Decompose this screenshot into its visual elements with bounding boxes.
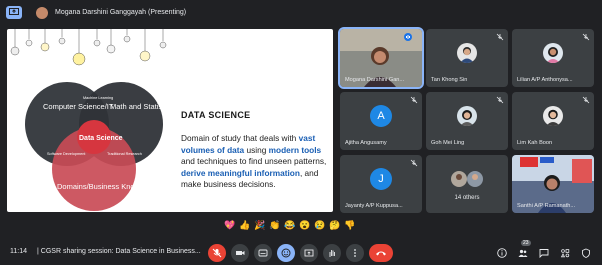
- captions-icon: [258, 249, 268, 257]
- mic-off-icon: [410, 159, 418, 167]
- sad-reaction-icon[interactable]: 😢: [314, 219, 326, 231]
- venn-label-center: Data Science: [79, 135, 123, 142]
- participant-name: Lim Kah Boon: [517, 140, 553, 146]
- top-bar: Mogana Darshini Ganggayah (Presenting): [0, 0, 602, 26]
- venn-label-domain: Domains/Business Knowledge: [57, 182, 158, 191]
- venn-diagram: Computer Science/IT Math and Statistics …: [10, 29, 174, 211]
- title-divider: |: [37, 248, 39, 255]
- thumbs-down-reaction-icon[interactable]: 👎: [344, 219, 356, 231]
- chat-icon[interactable]: [539, 248, 549, 258]
- participant-tile[interactable]: Lilian A/P Anthonysa...: [512, 29, 594, 87]
- raise-hand-button[interactable]: [323, 244, 341, 262]
- others-avatars: [451, 171, 483, 187]
- venn-label-cs: Computer Science/IT: [43, 102, 114, 111]
- heart-reaction-icon[interactable]: 💖: [224, 219, 236, 231]
- others-tile[interactable]: 14 others: [426, 155, 508, 213]
- phone-hangup-icon: [376, 251, 386, 256]
- venn-label-math: Math and Statistics: [110, 102, 174, 111]
- participant-name: Goh Mei Ling: [431, 140, 465, 146]
- thinking-reaction-icon[interactable]: 🤔: [329, 219, 341, 231]
- slide-title: DATA SCIENCE: [181, 110, 251, 120]
- more-options-button[interactable]: [346, 244, 364, 262]
- present-icon: [304, 249, 314, 257]
- clap-reaction-icon[interactable]: 👏: [269, 219, 281, 231]
- participant-name: Santhi A/P Ramanath...: [517, 203, 576, 209]
- mic-off-icon: [496, 33, 504, 41]
- participant-name: Jayanty A/P Kuppusa...: [345, 203, 403, 209]
- participant-tile[interactable]: Santhi A/P Ramanath...: [512, 155, 594, 213]
- participant-tile[interactable]: Lim Kah Boon: [512, 92, 594, 150]
- camera-icon: [236, 251, 245, 255]
- leave-call-button[interactable]: [369, 244, 393, 262]
- participant-tile[interactable]: Goh Mei Ling: [426, 92, 508, 150]
- participant-tile[interactable]: Tan Khong Sin: [426, 29, 508, 87]
- laugh-reaction-icon[interactable]: 😂: [284, 219, 296, 231]
- participant-avatar-letter: J: [370, 168, 392, 190]
- surprised-reaction-icon[interactable]: 😮: [299, 219, 311, 231]
- light-bulbs-illustration: [10, 29, 167, 66]
- participant-name: Lilian A/P Anthonysa...: [517, 77, 573, 83]
- mic-toggle-button[interactable]: [208, 244, 226, 262]
- activities-icon[interactable]: [560, 248, 570, 258]
- presenter-avatar: [36, 7, 48, 19]
- party-reaction-icon[interactable]: 🎉: [254, 219, 266, 231]
- hand-icon: [329, 250, 335, 257]
- participant-photo: [543, 106, 563, 126]
- present-now-button[interactable]: [300, 244, 318, 262]
- mic-off-icon: [582, 33, 590, 41]
- participant-tile[interactable]: A Ajitha Angusamy: [340, 92, 422, 150]
- captions-button[interactable]: [254, 244, 272, 262]
- participant-count-badge: 23: [521, 240, 531, 246]
- camera-toggle-button[interactable]: [231, 244, 249, 262]
- presenting-icon[interactable]: [6, 6, 22, 19]
- slide-body: Domain of study that deals with vast vol…: [181, 133, 327, 189]
- people-icon[interactable]: [518, 248, 528, 258]
- thumbs-up-reaction-icon[interactable]: 👍: [239, 219, 251, 231]
- participant-avatar-letter: A: [370, 105, 392, 127]
- venn-label-research: Traditional Research: [107, 152, 142, 156]
- venn-label-swdev: Software Development: [47, 152, 86, 156]
- host-controls-icon[interactable]: [581, 248, 591, 258]
- meeting-clock: 11:14: [10, 248, 27, 255]
- participant-photo: [457, 106, 477, 126]
- participant-name: Ajitha Angusamy: [345, 140, 387, 146]
- mic-off-icon: [212, 248, 222, 258]
- reactions-button[interactable]: [277, 244, 295, 262]
- others-count: 14 others: [454, 195, 480, 201]
- participant-tile[interactable]: Mogana Darshini Gan...: [338, 27, 424, 89]
- mic-off-icon: [410, 96, 418, 104]
- bottom-bar: 11:14 | CGSR sharing session: Data Scien…: [0, 238, 602, 265]
- venn-label-ml: Machine Learning: [83, 96, 113, 100]
- more-vert-icon: [354, 249, 356, 257]
- participant-photo: [457, 43, 477, 63]
- meeting-name: CGSR sharing session: Data Science in Bu…: [40, 248, 201, 255]
- mic-off-icon: [496, 96, 504, 104]
- reactions-bar: 💖 👍 🎉 👏 😂 😮 😢 🤔 👎: [224, 219, 356, 233]
- participant-name: Mogana Darshini Gan...: [345, 77, 405, 83]
- mic-off-icon: [582, 96, 590, 104]
- emoji-icon: [281, 248, 291, 258]
- info-icon[interactable]: [497, 248, 507, 258]
- participant-tile[interactable]: J Jayanty A/P Kuppusa...: [340, 155, 422, 213]
- presenter-name: Mogana Darshini Ganggayah (Presenting): [55, 9, 187, 16]
- audio-active-icon: [404, 33, 412, 41]
- participant-photo: [543, 43, 563, 63]
- shared-slide: Computer Science/IT Math and Statistics …: [7, 29, 333, 212]
- participant-name: Tan Khong Sin: [431, 77, 468, 83]
- meeting-title: | CGSR sharing session: Data Science in …: [37, 248, 201, 255]
